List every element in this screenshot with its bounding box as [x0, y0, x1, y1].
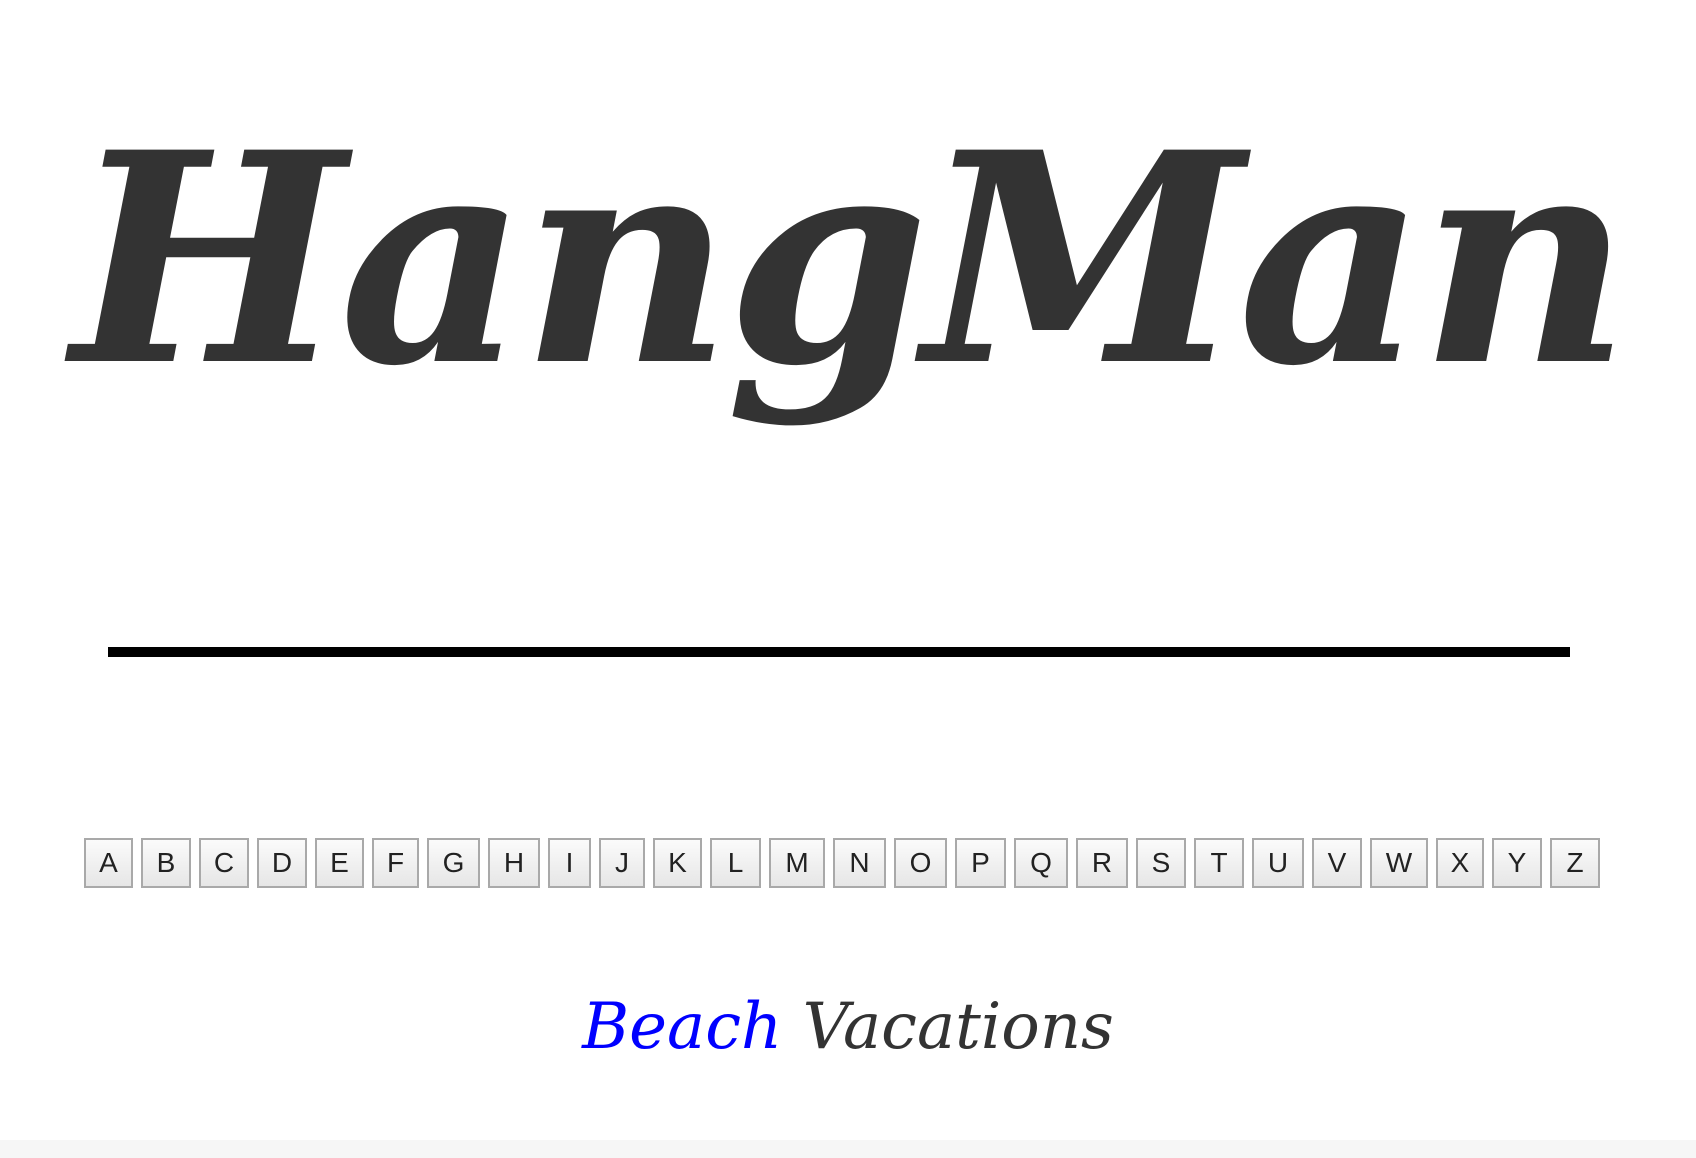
letter-button-s[interactable]: S — [1136, 838, 1186, 888]
letter-button-r[interactable]: R — [1076, 838, 1128, 888]
hangman-page: HangMan A B C D E F G H I J K L M N O P … — [0, 0, 1696, 1158]
letter-button-y[interactable]: Y — [1492, 838, 1542, 888]
letter-button-e[interactable]: E — [315, 838, 364, 888]
letter-keyboard: A B C D E F G H I J K L M N O P Q R S T … — [84, 838, 1600, 888]
letter-button-h[interactable]: H — [488, 838, 540, 888]
letter-button-b[interactable]: B — [141, 838, 191, 888]
letter-button-a[interactable]: A — [84, 838, 133, 888]
letter-button-w[interactable]: W — [1370, 838, 1428, 888]
letter-button-d[interactable]: D — [257, 838, 307, 888]
letter-button-l[interactable]: L — [710, 838, 761, 888]
page-title: HangMan — [71, 90, 1630, 430]
bottom-strip — [0, 1140, 1696, 1158]
letter-button-c[interactable]: C — [199, 838, 249, 888]
letter-button-v[interactable]: V — [1312, 838, 1362, 888]
letter-button-f[interactable]: F — [372, 838, 419, 888]
letter-button-x[interactable]: X — [1436, 838, 1484, 888]
letter-button-k[interactable]: K — [653, 838, 702, 888]
category-word-revealed: Beach — [582, 990, 783, 1064]
letter-button-p[interactable]: P — [955, 838, 1006, 888]
letter-button-z[interactable]: Z — [1550, 838, 1600, 888]
letter-button-j[interactable]: J — [599, 838, 645, 888]
letter-button-u[interactable]: U — [1252, 838, 1304, 888]
category-word: Vacations — [802, 990, 1114, 1064]
letter-button-i[interactable]: I — [548, 838, 591, 888]
letter-button-q[interactable]: Q — [1014, 838, 1068, 888]
letter-button-m[interactable]: M — [769, 838, 825, 888]
letter-button-t[interactable]: T — [1194, 838, 1244, 888]
category-hint: Beach Vacations — [0, 995, 1696, 1059]
letter-button-g[interactable]: G — [427, 838, 480, 888]
letter-button-o[interactable]: O — [894, 838, 947, 888]
letter-button-n[interactable]: N — [833, 838, 886, 888]
word-blank-line — [108, 647, 1570, 657]
